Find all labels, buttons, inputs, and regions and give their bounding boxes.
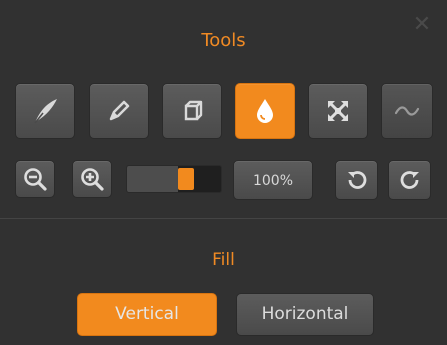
zoom-out-icon [24, 168, 47, 191]
zoom-slider-track-fill [127, 166, 178, 192]
tool-eraser-button[interactable] [162, 83, 222, 139]
rotate-right-icon [400, 171, 419, 189]
tool-pencil-button[interactable] [89, 83, 149, 139]
eraser-icon [184, 100, 203, 121]
fill-vertical-button[interactable]: Vertical [77, 293, 217, 336]
rotate-left-button[interactable] [335, 160, 378, 200]
tool-fill-button[interactable] [235, 83, 295, 139]
expand-arrows-icon [328, 101, 348, 121]
feather-icon [34, 99, 57, 124]
zoom-in-icon [81, 168, 104, 191]
panel-title: Tools [201, 30, 246, 51]
tool-transform-button[interactable] [308, 83, 368, 139]
rotate-right-button[interactable] [388, 160, 431, 200]
section-divider [0, 218, 447, 219]
pencil-icon [109, 100, 130, 121]
zoom-slider[interactable] [126, 165, 222, 193]
tool-smudge-button[interactable] [381, 83, 433, 139]
zoom-out-button[interactable] [15, 160, 55, 198]
rotate-left-icon [347, 171, 366, 189]
drop-icon [257, 99, 273, 123]
zoom-slider-thumb[interactable] [178, 168, 194, 190]
tools-panel: Tools ✕ 100% Fill Vertical Horizontal [0, 0, 447, 345]
fill-horizontal-button[interactable]: Horizontal [236, 293, 374, 336]
zoom-percent-button[interactable]: 100% [233, 160, 313, 200]
close-icon[interactable]: ✕ [411, 14, 433, 36]
fill-section-label: Fill [212, 250, 235, 270]
tool-feather-button[interactable] [15, 83, 75, 139]
tilde-icon [394, 106, 420, 116]
zoom-in-button[interactable] [72, 160, 112, 198]
